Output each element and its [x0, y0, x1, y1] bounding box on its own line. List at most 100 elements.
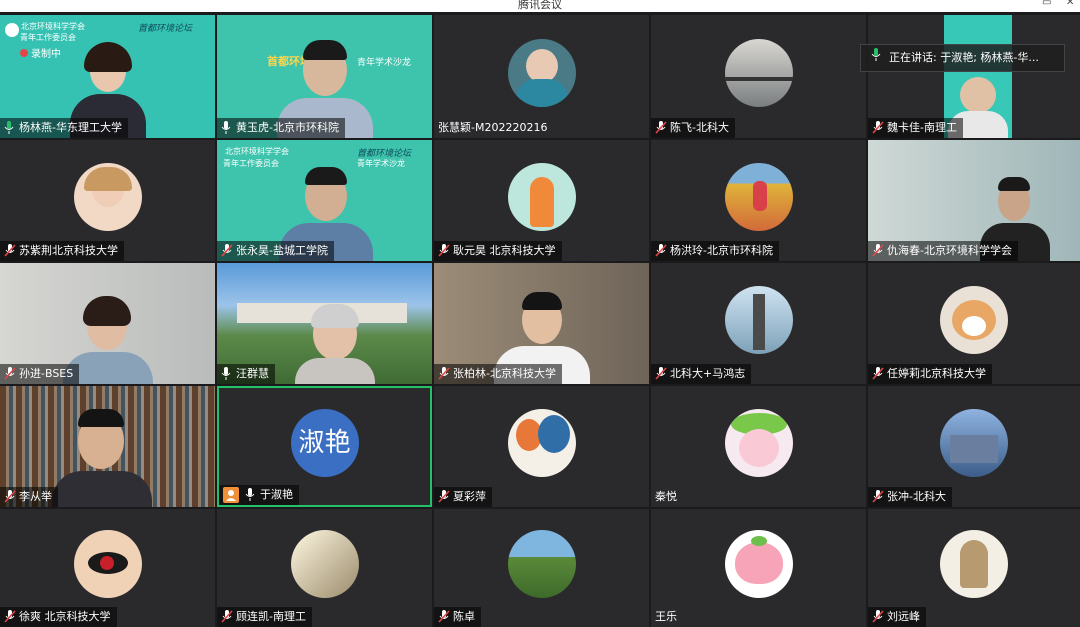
participant-nametag: 任婷莉北京科技大学	[868, 364, 992, 384]
participant-tile[interactable]: 北科大+马鸿志	[651, 263, 866, 384]
participant-avatar	[724, 38, 793, 107]
participant-nametag: 陈飞-北科大	[651, 118, 735, 138]
participant-nametag: 秦悦	[655, 490, 677, 503]
participant-tile[interactable]: 北京环境科学学会 青年工作委员会 首都环境论坛 录制中 杨林燕-华东理工大学	[0, 15, 215, 138]
logo-icon	[5, 23, 19, 37]
mic-on-icon	[245, 488, 257, 502]
banner-org: 北京环境科学学会	[21, 22, 85, 31]
mic-muted-icon	[4, 367, 16, 381]
mic-muted-icon	[4, 490, 16, 504]
participant-avatar	[507, 408, 576, 477]
participant-tile[interactable]: 王乐	[651, 509, 866, 627]
mic-muted-icon	[221, 244, 233, 258]
participant-tile[interactable]: 陈飞-北科大	[651, 15, 866, 138]
minimize-icon[interactable]: ▭	[1042, 0, 1051, 8]
mic-muted-icon	[438, 610, 450, 624]
participant-tile[interactable]: 仇海春-北京环境科学学会	[868, 140, 1080, 261]
mic-muted-icon	[655, 121, 667, 135]
mic-muted-icon	[438, 367, 450, 381]
participant-nametag: 杨林燕-华东理工大学	[0, 118, 128, 138]
participant-nametag: 刘远峰	[868, 607, 926, 627]
participant-tile[interactable]: 苏紫荆北京科技大学	[0, 140, 215, 261]
mic-muted-icon	[221, 610, 233, 624]
mic-muted-icon	[872, 490, 884, 504]
participant-avatar	[507, 162, 576, 231]
participant-video	[294, 304, 375, 384]
participant-nametag: 张冲-北科大	[868, 487, 952, 507]
banner-sub: 青年工作委员会	[223, 159, 279, 168]
participant-tile[interactable]: 夏彩萍	[434, 386, 649, 507]
participant-nametag: 杨洪玲-北京市环科院	[651, 241, 779, 261]
banner-org: 北京环境科学学会	[225, 147, 289, 156]
participant-tile[interactable]: 李从举	[0, 386, 215, 507]
mic-muted-icon	[438, 244, 450, 258]
participant-video	[48, 407, 152, 507]
close-icon[interactable]: ✕	[1066, 0, 1074, 8]
participant-nametag: 北科大+马鸿志	[651, 364, 752, 384]
mic-on-icon	[221, 121, 233, 135]
mic-muted-icon	[872, 121, 884, 135]
participant-avatar	[724, 162, 793, 231]
participant-tile[interactable]: 汪群慧	[217, 263, 432, 384]
participant-avatar	[73, 162, 142, 231]
participant-tile-active-speaker[interactable]: 淑艳 于淑艳	[217, 386, 432, 507]
participant-avatar	[507, 38, 576, 107]
participant-avatar	[724, 530, 793, 598]
participant-nametag: 耿元昊 北京科技大学	[434, 241, 562, 261]
host-icon	[223, 487, 239, 503]
banner-capital: 首都环境论坛	[138, 24, 193, 34]
participant-nametag: 魏卡佳-南理工	[868, 118, 963, 138]
participant-nametag: 张慧颖-M202220216	[438, 121, 548, 134]
participant-tile[interactable]: 张柏林-北京科技大学	[434, 263, 649, 384]
participant-avatar	[73, 530, 142, 598]
participant-tile[interactable]: 顾连凯-南理工	[217, 509, 432, 627]
participant-tile[interactable]: 任婷莉北京科技大学	[868, 263, 1080, 384]
participant-nametag: 孙进-BSES	[0, 364, 80, 384]
participant-tile[interactable]: 秦悦	[651, 386, 866, 507]
mic-muted-icon	[4, 244, 16, 258]
mic-on-icon	[221, 367, 233, 381]
participant-tile[interactable]: 杨洪玲-北京市环科院	[651, 140, 866, 261]
participant-avatar	[940, 285, 1008, 354]
participant-nametag: 李从举	[0, 487, 58, 507]
speaking-mic-icon	[871, 44, 881, 72]
participant-nametag: 夏彩萍	[434, 487, 492, 507]
participant-avatar	[724, 285, 793, 354]
participant-nametag: 张柏林-北京科技大学	[434, 364, 562, 384]
participant-tile[interactable]: 北京环境科学学会 青年工作委员会 首都环境论坛 青年学术沙龙 张永昊-盐城工学院	[217, 140, 432, 261]
participant-nametag: 徐爽 北京科技大学	[0, 607, 117, 627]
mic-muted-icon	[438, 490, 450, 504]
mic-muted-icon	[872, 610, 884, 624]
participant-tile[interactable]: 徐爽 北京科技大学	[0, 509, 215, 627]
participant-avatar	[290, 530, 359, 598]
recording-status: 录制中	[20, 45, 61, 60]
participant-tile[interactable]: 陈卓	[434, 509, 649, 627]
speaking-label: 正在讲话: 于淑艳; 杨林燕-华...	[889, 51, 1039, 64]
participant-tile[interactable]: 张慧颖-M202220216	[434, 15, 649, 138]
participant-nametag: 陈卓	[434, 607, 481, 627]
participant-nametag: 仇海春-北京环境科学学会	[868, 241, 1018, 261]
participant-avatar: 淑艳	[290, 408, 359, 477]
window-titlebar: 腾讯会议 ▭ ✕	[0, 0, 1080, 12]
participant-nametag: 汪群慧	[217, 364, 275, 384]
participant-tile[interactable]: 孙进-BSES	[0, 263, 215, 384]
participant-tile[interactable]: 张冲-北科大	[868, 386, 1080, 507]
participant-avatar	[507, 530, 576, 598]
participant-nametag: 苏紫荆北京科技大学	[0, 241, 124, 261]
mic-muted-icon	[872, 367, 884, 381]
mic-muted-icon	[4, 610, 16, 624]
participant-nametag: 张永昊-盐城工学院	[217, 241, 334, 261]
participant-tile[interactable]: 首都环境论坛 青年学术沙龙 黄玉虎-北京市环科院	[217, 15, 432, 138]
participant-avatar	[940, 530, 1008, 598]
participant-nametag: 顾连凯-南理工	[217, 607, 312, 627]
participant-tile[interactable]: 刘远峰	[868, 509, 1080, 627]
participant-avatar	[724, 408, 793, 477]
video-grid: 北京环境科学学会 青年工作委员会 首都环境论坛 录制中 杨林燕-华东理工大学 首…	[0, 15, 1080, 627]
speaking-indicator: 正在讲话: 于淑艳; 杨林燕-华...	[860, 44, 1065, 72]
mic-on-icon	[4, 121, 16, 135]
participant-nametag: 王乐	[655, 610, 677, 623]
participant-nametag: 于淑艳	[219, 485, 299, 505]
participant-tile[interactable]: 耿元昊 北京科技大学	[434, 140, 649, 261]
participant-nametag: 黄玉虎-北京市环科院	[217, 118, 345, 138]
participant-tile[interactable]: 魏卡佳-南理工	[868, 15, 1080, 138]
